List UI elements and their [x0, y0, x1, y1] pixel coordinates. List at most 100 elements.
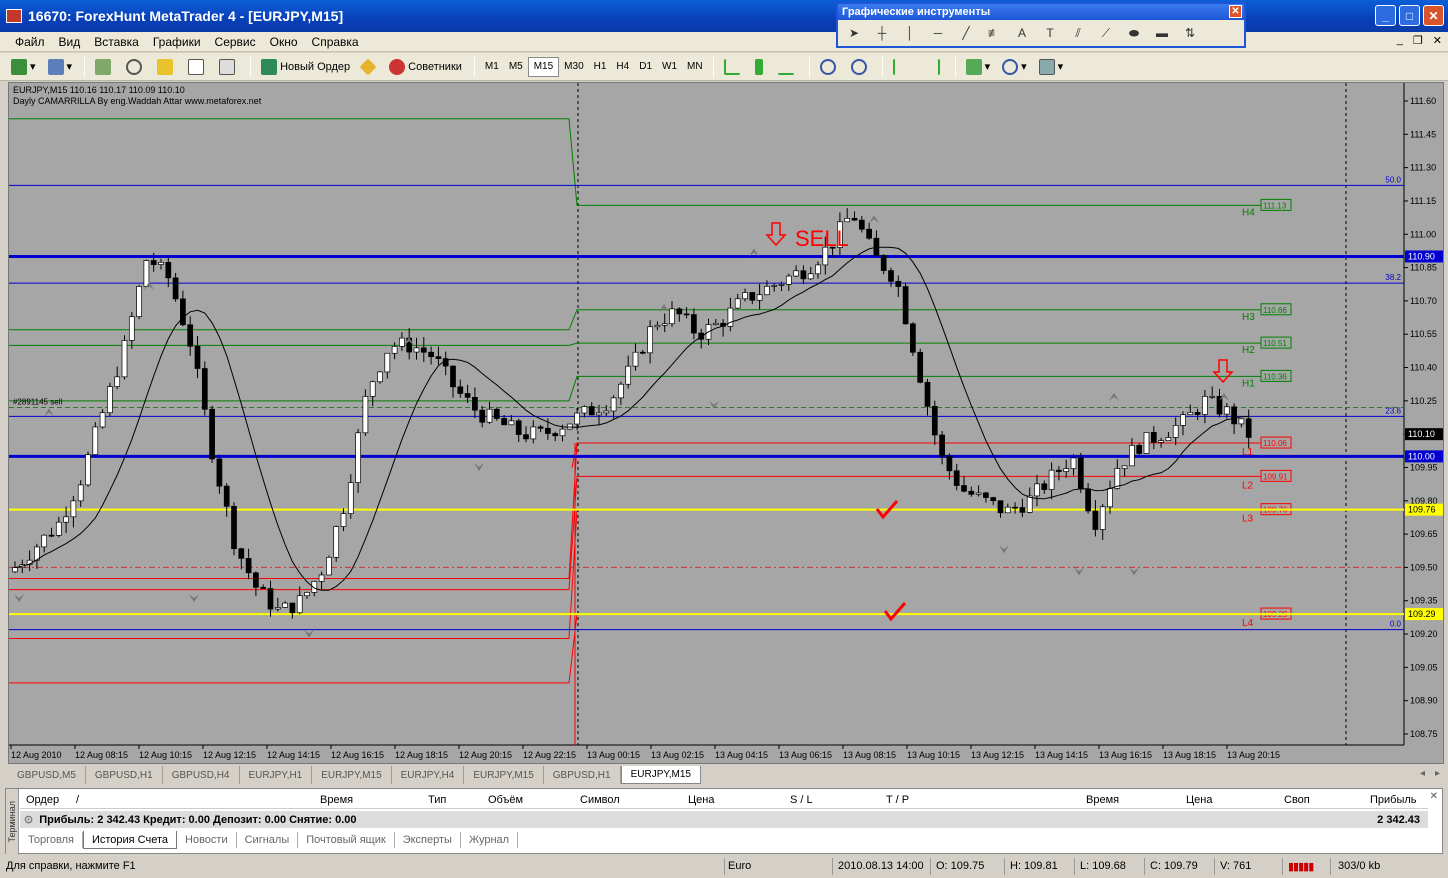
terminal-close-icon[interactable]: ✕	[1430, 791, 1438, 802]
profiles-button[interactable]: ▾	[43, 56, 78, 78]
tf-m1[interactable]: M1	[480, 57, 504, 77]
tf-h1[interactable]: H1	[589, 57, 612, 77]
terminal-tab[interactable]: Торговля	[20, 832, 83, 848]
templates-button[interactable]: ▾	[1034, 56, 1069, 78]
chart-tab[interactable]: GBPUSD,H1	[544, 766, 621, 784]
zoom-out-button[interactable]	[846, 56, 875, 78]
terminal-tab[interactable]: Почтовый ящик	[298, 832, 395, 848]
candle-body	[596, 412, 602, 416]
expert-advisors-button[interactable]: Советники	[384, 56, 467, 78]
new-order-button[interactable]: Новый Ордер	[256, 56, 355, 78]
tf-w1[interactable]: W1	[657, 57, 682, 77]
col-close-price[interactable]: Цена	[1186, 794, 1212, 806]
fibo-icon[interactable]: ⫽	[1066, 23, 1090, 43]
col-symbol[interactable]: Символ	[580, 794, 620, 806]
chart-tab[interactable]: GBPUSD,H1	[86, 766, 163, 784]
crosshair-icon[interactable]: ┼	[870, 23, 894, 43]
new-chart-button[interactable]: ▾	[6, 56, 41, 78]
candle-body	[85, 454, 91, 486]
terminal-tab[interactable]: Эксперты	[395, 832, 461, 848]
menu-charts[interactable]: Графики	[146, 35, 208, 49]
chart-canvas[interactable]: 111.60 111.45 111.30 111.15 111.00 110.85 110.…	[9, 83, 1444, 764]
chart-tab[interactable]: GBPUSD,M5	[8, 766, 86, 784]
rectangle-icon[interactable]: ▬	[1150, 23, 1174, 43]
menu-insert[interactable]: Вставка	[87, 35, 146, 49]
close-button[interactable]: ✕	[1423, 5, 1444, 26]
terminal-tab-active[interactable]: История Счета	[82, 831, 178, 849]
doc-minimize-button[interactable]: _	[1397, 34, 1403, 47]
autotrading-toggle[interactable]	[357, 56, 382, 78]
candle-chart-button[interactable]	[750, 56, 771, 78]
col-close-time[interactable]: Время	[1086, 794, 1119, 806]
chart-tab[interactable]: EURJPY,H1	[240, 766, 313, 784]
tabs-left-icon[interactable]: ◂	[1420, 768, 1425, 779]
col-volume[interactable]: Объём	[488, 794, 523, 806]
menu-window[interactable]: Окно	[263, 35, 305, 49]
chart-tab[interactable]: EURJPY,M15	[312, 766, 392, 784]
col-order[interactable]: Ордер	[26, 794, 59, 806]
menu-help[interactable]: Справка	[305, 35, 366, 49]
tabs-right-icon[interactable]: ▸	[1435, 768, 1440, 779]
terminal-button[interactable]	[183, 56, 212, 78]
candle-body	[625, 365, 632, 385]
tf-m5[interactable]: M5	[504, 57, 528, 77]
candle-body	[216, 458, 223, 487]
chart-tab-active[interactable]: EURJPY,M15	[620, 766, 701, 784]
line-chart-button[interactable]	[773, 56, 802, 78]
tf-m30[interactable]: M30	[559, 57, 588, 77]
col-time[interactable]: Время	[320, 794, 353, 806]
terminal-tab[interactable]: Журнал	[461, 832, 519, 848]
col-type[interactable]: Тип	[428, 794, 446, 806]
time-tick-label: 12 Aug 18:15	[395, 750, 448, 760]
text-icon[interactable]: A	[1010, 23, 1034, 43]
fibo-fan-icon[interactable]: ⟋	[1094, 23, 1118, 43]
col-tp[interactable]: T / P	[886, 794, 909, 806]
menu-tools[interactable]: Сервис	[208, 35, 263, 49]
tf-mn[interactable]: MN	[682, 57, 708, 77]
fibo-channel-icon[interactable]: ≢	[982, 23, 1006, 43]
tester-button[interactable]	[214, 56, 243, 78]
favorites-button[interactable]	[152, 56, 181, 78]
doc-restore-button[interactable]: ❐	[1413, 34, 1423, 47]
col-price[interactable]: Цена	[688, 794, 714, 806]
tf-h4[interactable]: H4	[611, 57, 634, 77]
status-datetime: 2010.08.13 14:00	[838, 860, 924, 872]
zoom-in-button[interactable]	[815, 56, 844, 78]
expert-advisors-label: Советники	[408, 60, 462, 73]
chart-tab[interactable]: EURJPY,M15	[464, 766, 544, 784]
vertical-line-icon[interactable]: │	[898, 23, 922, 43]
menu-view[interactable]: Вид	[52, 35, 88, 49]
col-profit[interactable]: Прибыль	[1370, 794, 1417, 806]
tf-d1[interactable]: D1	[634, 57, 657, 77]
menu-file[interactable]: Файл	[8, 35, 52, 49]
ellipse-icon[interactable]: ⬬	[1122, 23, 1146, 43]
arrows-icon[interactable]: ⇅	[1178, 23, 1202, 43]
navigator-button[interactable]	[121, 56, 150, 78]
minimize-button[interactable]: _	[1375, 5, 1396, 26]
indicators-button[interactable]: ▾	[961, 56, 996, 78]
terminal-tab[interactable]: Сигналы	[237, 832, 299, 848]
tf-m15[interactable]: M15	[527, 56, 560, 77]
chart-shift-button[interactable]	[919, 56, 948, 78]
terminal-tab[interactable]: Новости	[177, 832, 237, 848]
autoscroll-button[interactable]	[888, 56, 917, 78]
maximize-button[interactable]: □	[1399, 5, 1420, 26]
col-sort[interactable]: /	[76, 794, 79, 806]
cursor-icon[interactable]: ➤	[842, 23, 866, 43]
price-chart[interactable]: EURJPY,M15 110.16 110.17 110.09 110.10 D…	[8, 82, 1444, 764]
candle-body	[683, 313, 690, 316]
window-title: 16670: ForexHunt MetaTrader 4 - [EURJPY,…	[28, 8, 344, 24]
trendline-icon[interactable]: ╱	[954, 23, 978, 43]
col-sl[interactable]: S / L	[790, 794, 813, 806]
col-swap[interactable]: Своп	[1284, 794, 1310, 806]
chart-tab[interactable]: GBPUSD,H4	[163, 766, 240, 784]
market-watch-button[interactable]	[90, 56, 119, 78]
candle-body	[1099, 506, 1106, 530]
chart-tab[interactable]: EURJPY,H4	[392, 766, 465, 784]
periods-button[interactable]: ▾	[997, 56, 1032, 78]
bar-chart-button[interactable]	[719, 56, 748, 78]
doc-close-button[interactable]: ✕	[1433, 34, 1442, 47]
drawing-tools-close-icon[interactable]: ✕	[1229, 5, 1242, 18]
horizontal-line-icon[interactable]: ─	[926, 23, 950, 43]
text-label-icon[interactable]: T	[1038, 23, 1062, 43]
